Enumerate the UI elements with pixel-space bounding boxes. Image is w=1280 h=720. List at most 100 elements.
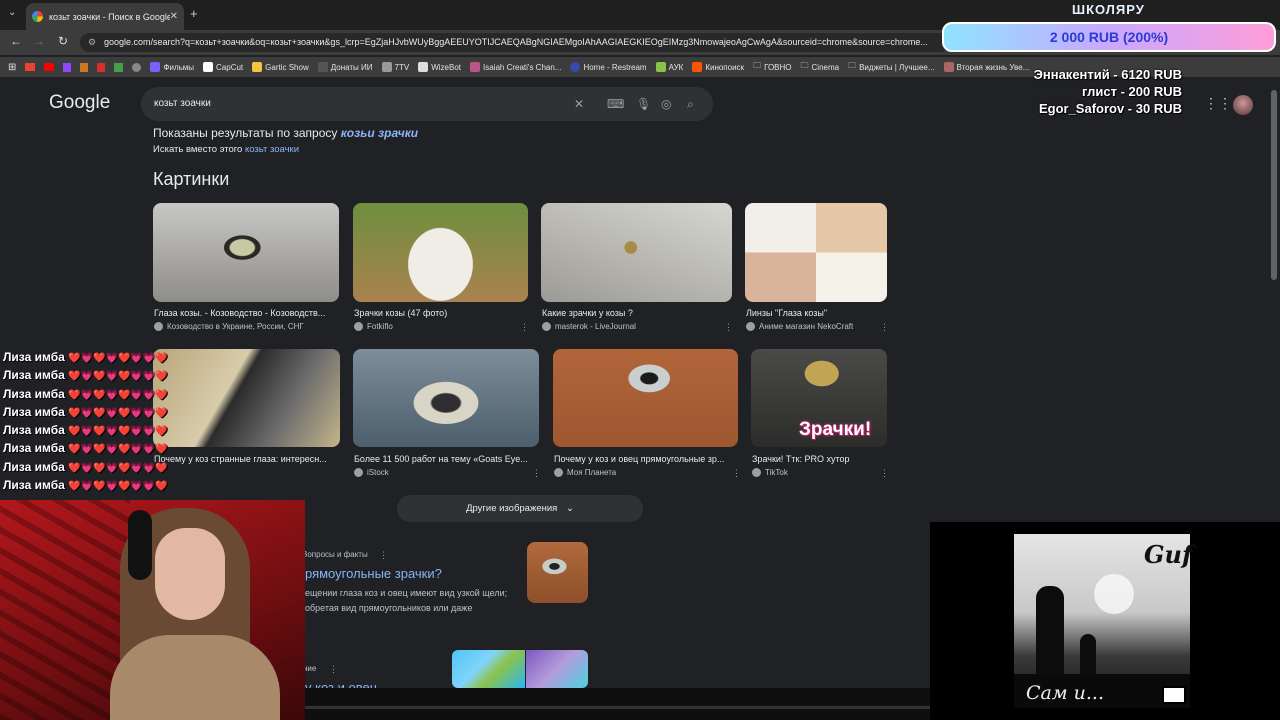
image-source[interactable]: TikTok	[752, 468, 788, 477]
source-favicon-icon	[542, 322, 551, 331]
more-options-icon[interactable]: ⋮	[379, 550, 388, 561]
image-caption[interactable]: Какие зрачки у козы ?	[542, 308, 730, 318]
thumb-overlay-text: Зрачки!	[799, 419, 872, 440]
image-caption[interactable]: Зрачки козы (47 фото)	[354, 308, 526, 318]
bookmark-icon[interactable]	[80, 62, 89, 72]
tab-title: козьт зоачки - Поиск в Google	[49, 11, 170, 22]
image-result-thumb[interactable]	[553, 349, 738, 447]
headphones-icon	[128, 510, 152, 580]
bookmark-auk[interactable]: АУК	[655, 62, 683, 72]
twitch-icon[interactable]	[63, 62, 72, 72]
google-logo[interactable]: Google	[49, 92, 110, 114]
search-input[interactable]: козьт зоачки ✕ ⌨ 🎙 ◎ ⌕	[141, 87, 713, 121]
source-favicon-icon	[354, 322, 363, 331]
original-query-link[interactable]: козьт зоачки	[245, 144, 299, 155]
browser-tab[interactable]: козьт зоачки - Поиск в Google ✕	[26, 3, 184, 30]
chat-message: Лиза имба ❤️💗❤️💗❤️💗💗❤️	[3, 386, 168, 401]
avatar[interactable]	[1233, 95, 1253, 115]
bookmark-icon[interactable]	[114, 62, 124, 72]
image-caption[interactable]: Более 11 500 работ на тему «Goats Eye...	[354, 454, 536, 464]
image-source[interactable]: masterok - LiveJournal	[542, 322, 636, 331]
more-options-icon[interactable]: ⋮	[724, 322, 733, 333]
image-result-thumb[interactable]	[153, 203, 339, 302]
qa-title-link[interactable]: рямоугольные зрачки?	[305, 566, 442, 581]
search-icon[interactable]: ⌕	[687, 87, 694, 121]
bookmark-icon[interactable]	[132, 62, 142, 72]
section-thumb[interactable]	[526, 650, 588, 688]
image-result-thumb[interactable]	[353, 203, 528, 302]
apps-icon[interactable]: ⊞	[8, 62, 16, 73]
bookmark-7tv[interactable]: 7TV	[381, 62, 409, 72]
image-caption[interactable]: Линзы "Глаза козы"	[746, 308, 886, 318]
chat-message: Лиза имба ❤️💗❤️💗❤️💗💗❤️	[3, 350, 168, 364]
lens-icon[interactable]: ◎	[661, 87, 671, 121]
forward-icon[interactable]: →	[33, 34, 45, 48]
image-result-thumb[interactable]: Зрачки!	[751, 349, 887, 447]
more-images-button[interactable]: Другие изображения ⌄	[397, 495, 643, 522]
youtube-icon[interactable]	[44, 63, 55, 71]
donor-entry: глист - 200 RUB	[1082, 84, 1182, 99]
bookmark-films[interactable]: Фильмы	[150, 62, 194, 72]
more-options-icon[interactable]: ⋮	[532, 468, 541, 479]
address-bar[interactable]: ⚙ google.com/search?q=козьт+зоачки&oq=ко…	[80, 33, 950, 52]
more-options-icon[interactable]: ⋮	[520, 322, 529, 333]
keyboard-icon[interactable]: ⌨	[607, 87, 624, 121]
chat-message: Лиза имба ❤️💗❤️💗❤️💗💗❤️	[3, 441, 168, 456]
bookmark-folder-cinema[interactable]: 🗀 Cinema	[801, 60, 840, 74]
source-favicon-icon	[154, 322, 163, 331]
bookmark-donate-ai[interactable]: Донаты ИИ	[317, 62, 373, 72]
images-heading: Картинки	[153, 169, 230, 189]
bookmark-second-life[interactable]: Вторая жизнь Уве...	[943, 62, 1029, 72]
donation-goal-title: ШКОЛЯРУ	[1072, 2, 1145, 17]
image-source[interactable]: Козоводство в Украине, России, СНГ	[154, 322, 304, 331]
image-result-thumb[interactable]	[541, 203, 732, 302]
showing-results-for: Показаны результаты по запросу козьи зра…	[153, 126, 419, 140]
image-source[interactable]: Аниме магазин NekoCraft	[746, 322, 853, 331]
bookmark-icon[interactable]	[97, 62, 106, 72]
image-source[interactable]: Fotkiflo	[354, 322, 393, 331]
bookmark-capcut[interactable]: CapCut	[203, 62, 243, 72]
section-thumb[interactable]	[452, 650, 525, 688]
bookmark-gartic[interactable]: Gartic Show	[252, 62, 309, 72]
new-tab-button[interactable]: +	[190, 6, 198, 21]
album-title: Сам и...	[1026, 682, 1105, 704]
site-info-icon[interactable]: ⚙	[88, 33, 96, 52]
corrected-query-link[interactable]: козьи зрачки	[341, 126, 418, 140]
image-result-thumb[interactable]	[353, 349, 539, 447]
donation-progress-bar: 2 000 RUB (200%)	[942, 22, 1276, 52]
tab-search-button[interactable]: ⌄	[8, 7, 16, 18]
image-caption[interactable]: Глаза козы. - Козоводство - Козоводств..…	[154, 308, 336, 318]
qa-snippet: ещении глаза коз и овец имеют вид узкой …	[305, 588, 508, 598]
image-caption[interactable]: Зрачки! Ттк: PRO хутор	[752, 454, 886, 464]
qa-thumb[interactable]	[527, 542, 588, 603]
more-options-icon[interactable]: ⋮	[732, 468, 741, 479]
image-source[interactable]: iStock	[354, 468, 389, 477]
gmail-icon[interactable]	[25, 63, 36, 71]
horizontal-scrollbar[interactable]	[305, 706, 930, 709]
more-options-icon[interactable]: ⋮	[329, 664, 338, 675]
chat-message: Лиза имба ❤️💗❤️💗❤️💗💗❤️	[3, 423, 168, 438]
back-icon[interactable]: ←	[10, 34, 22, 48]
bookmark-isaiah[interactable]: Isaiah Creati's Chan...	[470, 62, 561, 72]
bookmark-kinopoisk[interactable]: Кинопоиск	[692, 62, 744, 72]
page-bottom-bar	[305, 688, 930, 720]
close-tab-icon[interactable]: ✕	[170, 11, 178, 22]
google-favicon-icon	[32, 11, 43, 22]
bookmark-wizebot[interactable]: WizeBot	[418, 62, 461, 72]
donor-entry: Egor_Saforov - 30 RUB	[1038, 101, 1182, 116]
image-source[interactable]: Моя Планета	[554, 468, 616, 477]
page-scrollbar[interactable]	[1271, 90, 1277, 280]
reload-icon[interactable]: ↻	[58, 34, 68, 48]
image-result-thumb[interactable]	[745, 203, 887, 302]
bookmark-restream[interactable]: Home - Restream	[570, 62, 647, 72]
chat-message: Лиза имба ❤️💗❤️💗❤️💗💗❤️	[3, 368, 168, 383]
chat-message: Лиза имба ❤️💗❤️💗❤️💗💗❤️	[3, 478, 168, 493]
image-caption[interactable]: Почему у коз и овец прямоугольные зр...	[554, 454, 732, 464]
clear-icon[interactable]: ✕	[574, 87, 584, 121]
more-options-icon[interactable]: ⋮	[880, 322, 889, 333]
more-options-icon[interactable]: ⋮	[880, 468, 889, 479]
bookmark-folder-govno[interactable]: 🗀 ГОВНО	[753, 60, 791, 74]
microphone-icon[interactable]: 🎙	[636, 87, 651, 121]
bookmark-folder-widgets[interactable]: 🗀 Виджеты | Лучшее...	[848, 60, 934, 74]
donor-entry: Эннакентий - 6120 RUB	[1033, 67, 1182, 82]
